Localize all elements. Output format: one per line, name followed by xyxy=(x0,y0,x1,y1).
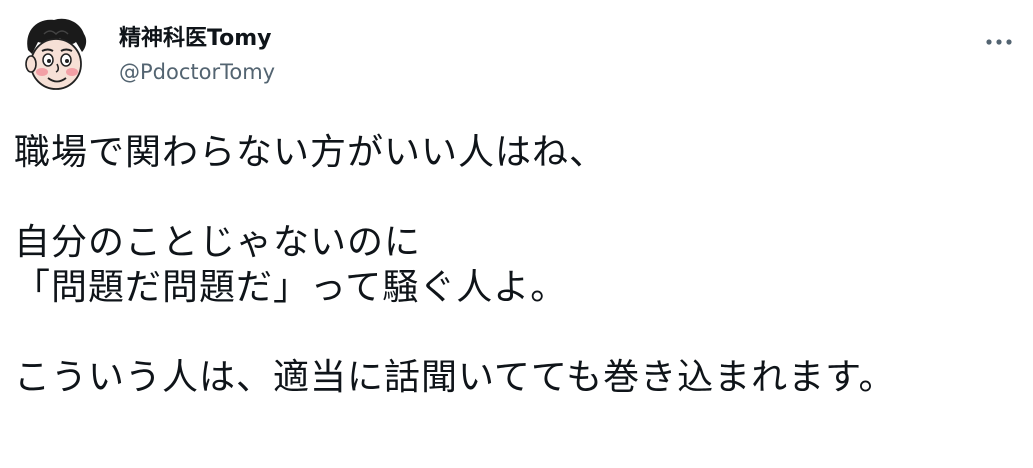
display-name[interactable]: 精神科医Tomy xyxy=(119,24,275,54)
tweet-line: 自分のことじゃないのに xyxy=(14,222,422,263)
tweet-text: 職場で関わらない方がいい人はね、 自分のことじゃないのに 「問題だ問題だ」って騒… xyxy=(14,130,1019,400)
handle[interactable]: @PdoctorTomy xyxy=(119,57,275,87)
more-horizontal-icon xyxy=(986,39,1012,45)
tweet-line: こういう人は、適当に話聞いてても巻き込まれます。 xyxy=(14,357,896,398)
tweet-header: 精神科医Tomy @PdoctorTomy xyxy=(14,14,1019,104)
tweet-line: 「問題だ問題だ」って騒ぐ人よ。 xyxy=(14,267,568,308)
more-button[interactable] xyxy=(979,22,1019,62)
avatar[interactable] xyxy=(14,14,96,96)
author-names: 精神科医Tomy @PdoctorTomy xyxy=(119,24,275,87)
tweet-line: 職場で関わらない方がいい人はね、 xyxy=(14,132,607,173)
cartoon-face-avatar-icon xyxy=(25,18,87,90)
